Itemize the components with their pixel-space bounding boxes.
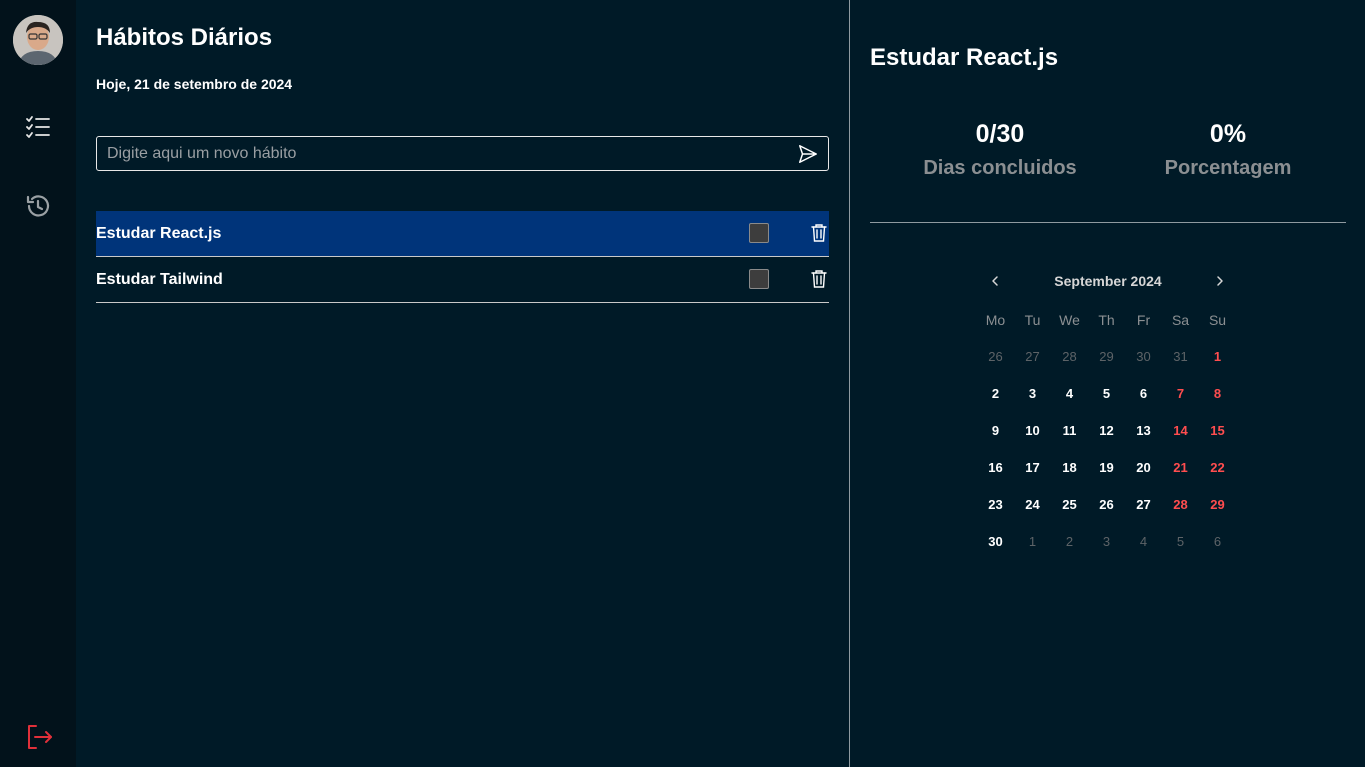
habit-checkbox[interactable] [749,269,769,289]
calendar-day[interactable]: 5 [1162,523,1199,560]
calendar-header: September 2024 [977,263,1239,299]
calendar-grid: Mo Tu We Th Fr Sa Su 26 27 28 29 30 31 1 2 3 4 5 6 7 8 9 10 11 1… [977,301,1239,560]
calendar-day[interactable]: 20 [1125,449,1162,486]
calendar-day[interactable]: 19 [1088,449,1125,486]
avatar-photo-icon [13,15,63,65]
calendar-day[interactable]: 18 [1051,449,1088,486]
stat-label: Porcentagem [1164,157,1292,179]
calendar-day[interactable]: 25 [1051,486,1088,523]
habit-row[interactable]: Estudar Tailwind [96,257,829,303]
calendar-day[interactable]: 6 [1199,523,1236,560]
today-date: Hoje, 21 de setembro de 2024 [96,76,293,92]
calendar-month-label: September 2024 [1054,273,1162,289]
calendar-day[interactable]: 28 [1162,486,1199,523]
calendar-day[interactable]: 1 [1199,338,1236,375]
calendar-day[interactable]: 26 [977,338,1014,375]
habit-name: Estudar React.js [96,224,222,242]
calendar-day[interactable]: 29 [1199,486,1236,523]
stats-divider [870,222,1346,223]
calendar-day[interactable]: 31 [1162,338,1199,375]
days-completed-stat: 0/30 Dias concluidos [900,120,1100,180]
history-nav-button[interactable] [22,190,54,222]
add-habit-button[interactable] [796,142,820,166]
habit-checkbox[interactable] [749,223,769,243]
chevron-right-icon [1217,276,1223,286]
calendar-weekday: Th [1098,311,1115,328]
stat-value: 0% [1209,120,1247,148]
calendar-day[interactable]: 12 [1088,412,1125,449]
habit-list: Estudar React.js Estudar Tailwind [96,211,829,303]
calendar: September 2024 Mo Tu We Th Fr Sa Su 26 27 28 29 30 3… [977,263,1239,560]
calendar-weekday: Mo [985,311,1006,328]
calendar-day[interactable]: 26 [1088,486,1125,523]
new-habit-input[interactable] [97,137,787,170]
calendar-day[interactable]: 17 [1014,449,1051,486]
sidebar [0,0,76,767]
habit-detail-title: Estudar React.js [870,44,1059,71]
calendar-day[interactable]: 24 [1014,486,1051,523]
calendar-weekday: Fr [1136,311,1151,328]
calendar-weekday: Su [1208,311,1227,328]
stat-label: Dias concluidos [923,157,1077,179]
calendar-day[interactable]: 27 [1014,338,1051,375]
calendar-weekday: We [1059,311,1080,328]
habit-detail-panel: Estudar React.js 0/30 Dias concluidos 0%… [850,0,1365,767]
checklist-icon [26,116,50,138]
calendar-day[interactable]: 29 [1088,338,1125,375]
calendar-day[interactable]: 16 [977,449,1014,486]
logout-icon [28,725,52,749]
calendar-day[interactable]: 30 [977,523,1014,560]
calendar-day[interactable]: 2 [1051,523,1088,560]
calendar-day[interactable]: 3 [1088,523,1125,560]
calendar-day[interactable]: 21 [1162,449,1199,486]
next-month-button[interactable] [1208,269,1232,293]
calendar-day[interactable]: 22 [1199,449,1236,486]
calendar-day[interactable]: 14 [1162,412,1199,449]
habit-row[interactable]: Estudar React.js [96,211,829,257]
calendar-day[interactable]: 28 [1051,338,1088,375]
calendar-day[interactable]: 15 [1199,412,1236,449]
trash-icon [811,270,827,288]
delete-habit-button[interactable] [809,223,829,243]
calendar-day[interactable]: 7 [1162,375,1199,412]
calendar-day[interactable]: 27 [1125,486,1162,523]
habits-list-nav-button[interactable] [22,111,54,143]
percentage-stat: 0% Porcentagem [1128,120,1328,180]
calendar-day[interactable]: 10 [1014,412,1051,449]
page-title: Hábitos Diários [96,24,273,51]
user-avatar[interactable] [13,15,63,65]
calendar-day[interactable]: 2 [977,375,1014,412]
calendar-weekday: Tu [1024,311,1041,328]
calendar-day[interactable]: 4 [1125,523,1162,560]
calendar-day[interactable]: 1 [1014,523,1051,560]
calendar-weekday: Sa [1171,311,1190,328]
habit-name: Estudar Tailwind [96,270,223,288]
logout-button[interactable] [23,721,55,753]
delete-habit-button[interactable] [809,269,829,289]
calendar-day[interactable]: 30 [1125,338,1162,375]
history-icon [26,195,50,217]
trash-icon [811,224,827,242]
send-icon [799,145,817,163]
calendar-day[interactable]: 9 [977,412,1014,449]
main-content: Hábitos Diários Hoje, 21 de setembro de … [76,0,849,767]
new-habit-form [96,136,829,171]
stat-value: 0/30 [975,120,1025,148]
calendar-day[interactable]: 6 [1125,375,1162,412]
calendar-day[interactable]: 8 [1199,375,1236,412]
calendar-day[interactable]: 23 [977,486,1014,523]
calendar-day[interactable]: 4 [1051,375,1088,412]
calendar-day[interactable]: 3 [1014,375,1051,412]
calendar-day[interactable]: 13 [1125,412,1162,449]
calendar-day[interactable]: 5 [1088,375,1125,412]
calendar-day[interactable]: 11 [1051,412,1088,449]
